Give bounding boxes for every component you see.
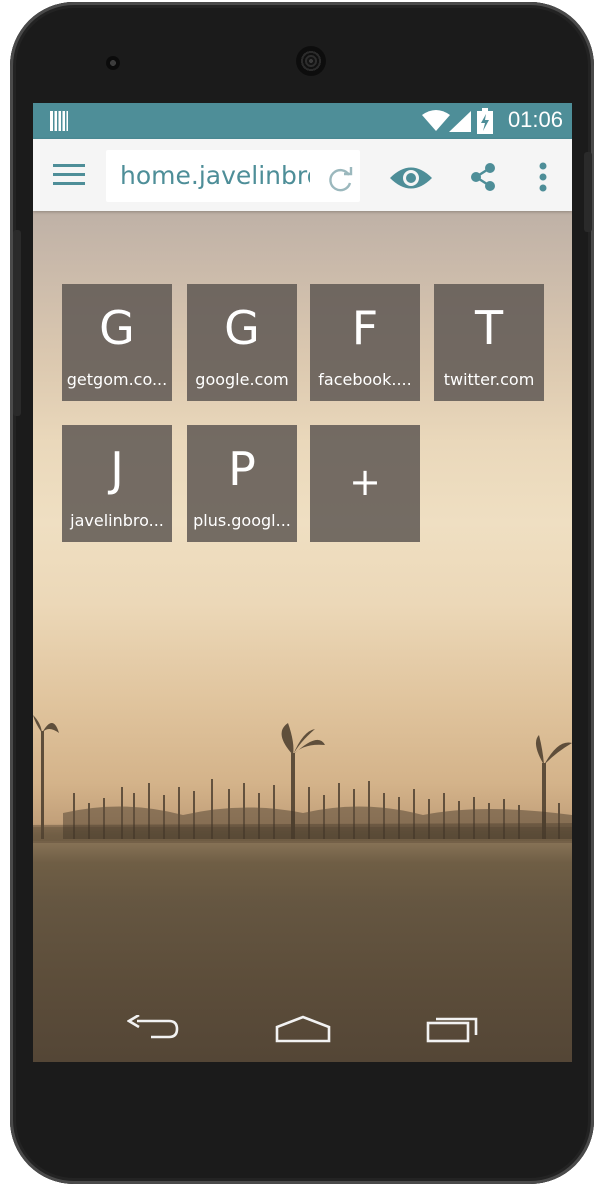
tile-label: twitter.com bbox=[443, 370, 535, 389]
tile-letter: G bbox=[99, 301, 135, 355]
speed-dial-tile[interactable]: T twitter.com bbox=[434, 284, 544, 401]
add-tile-button[interactable]: + bbox=[310, 425, 420, 542]
back-icon[interactable] bbox=[127, 1015, 179, 1041]
speed-dial-tile[interactable]: P plus.googl... bbox=[187, 425, 297, 542]
tile-letter: G bbox=[224, 301, 260, 355]
volume-button bbox=[13, 230, 21, 416]
power-button bbox=[584, 152, 592, 232]
tile-label: javelinbro... bbox=[70, 511, 164, 530]
speed-dial-tile[interactable]: J javelinbro... bbox=[62, 425, 172, 542]
home-icon[interactable] bbox=[275, 1015, 331, 1043]
system-nav-bar bbox=[33, 993, 572, 1062]
tile-label: getgom.co... bbox=[66, 370, 168, 389]
plus-icon: + bbox=[349, 460, 381, 504]
tile-label: plus.googl... bbox=[193, 511, 291, 530]
speed-dial-tile[interactable]: G google.com bbox=[187, 284, 297, 401]
tile-letter: J bbox=[110, 442, 124, 496]
tile-letter: P bbox=[228, 442, 256, 496]
tile-letter: F bbox=[351, 301, 379, 355]
tile-letter: T bbox=[474, 301, 504, 355]
wallpaper-palms bbox=[33, 715, 572, 843]
front-camera bbox=[106, 56, 120, 70]
speed-dial-tile[interactable]: F facebook.... bbox=[310, 284, 420, 401]
earpiece-speaker bbox=[296, 46, 326, 76]
phone-screen: 01:06 home.javelinbrowser.com bbox=[33, 103, 572, 1062]
tile-label: facebook.... bbox=[318, 370, 412, 389]
tile-label: google.com bbox=[195, 370, 289, 389]
speed-dial-tile[interactable]: G getgom.co... bbox=[62, 284, 172, 401]
recent-apps-icon[interactable] bbox=[426, 1013, 480, 1043]
